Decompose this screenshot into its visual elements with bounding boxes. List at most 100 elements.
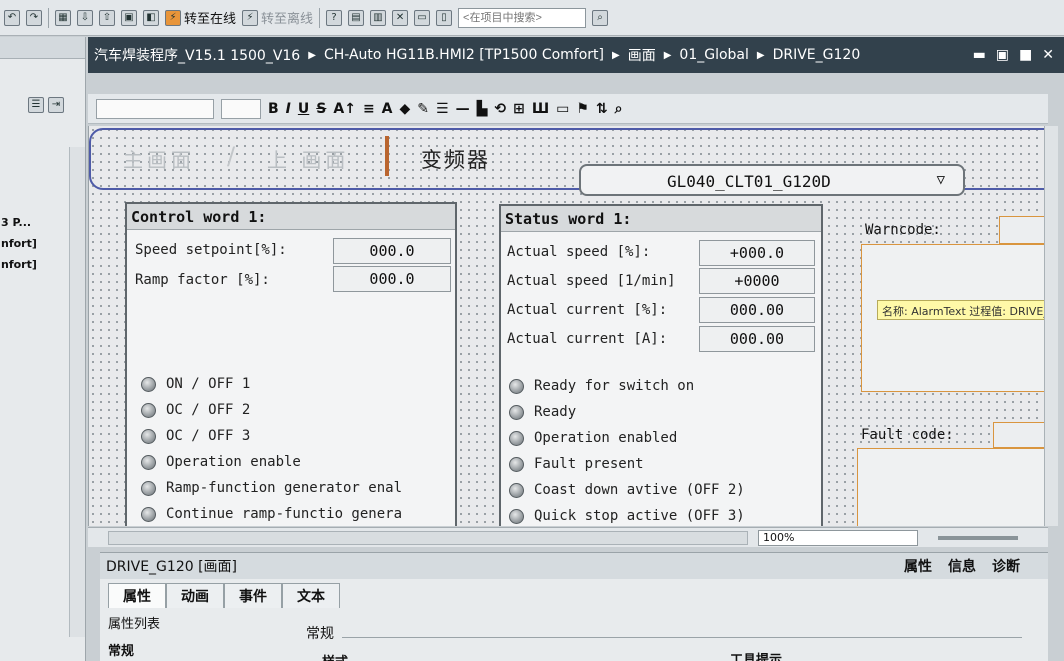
go-online-button[interactable]: ⚡ 转至在线 — [165, 8, 236, 27]
control-bit-label: Ramp-function generator enal — [166, 480, 403, 496]
control-bit[interactable]: OC / OFF 2 — [141, 402, 250, 418]
breadcrumb-project[interactable]: 汽车焊装程序_V15.1 1500_V16 — [94, 45, 300, 65]
drive-select-dropdown[interactable]: GL040_CLT01_G120D ▽ — [579, 164, 965, 196]
compile-icon[interactable]: ▦ — [55, 9, 71, 26]
property-nav: 属性列表 常规 — [108, 613, 160, 659]
actual-speed-rpm-label: Actual speed [1/min] — [507, 273, 676, 289]
led-indicator — [141, 428, 156, 444]
split-vertical-icon[interactable]: ▯ — [436, 9, 453, 26]
toolbar-separator — [319, 7, 321, 28]
fault-alarm-view[interactable] — [857, 448, 1044, 526]
actual-speed-pct-field[interactable]: +000.0 — [699, 240, 815, 266]
font-family-field[interactable] — [96, 98, 214, 119]
same-size-icon[interactable]: ▭ — [556, 101, 569, 117]
warncode-field[interactable] — [999, 216, 1044, 244]
control-bit[interactable]: ON / OFF 1 — [141, 376, 250, 392]
led-indicator — [509, 430, 524, 446]
breadcrumb-screen[interactable]: DRIVE_G120 — [773, 47, 861, 63]
previous-screen-button[interactable]: 上 画面 — [267, 144, 349, 173]
redo-icon[interactable]: ↷ — [26, 9, 42, 26]
control-bit[interactable]: Continue ramp-functio genera — [141, 506, 402, 522]
split-horizontal-icon[interactable]: ▭ — [414, 9, 431, 26]
tab-properties[interactable]: 属性 — [904, 556, 932, 576]
tab-animations[interactable]: 动画 — [166, 583, 224, 608]
breadcrumb-folder[interactable]: 画面 — [628, 45, 656, 65]
font-size-up-icon[interactable]: A↑ — [333, 101, 356, 117]
actual-speed-rpm-field[interactable]: +0000 — [699, 268, 815, 294]
screen-canvas[interactable]: 主画面 / 上 画面 变频器 GL040_CLT01_G120D ▽ Contr… — [88, 126, 1044, 526]
project-search-input[interactable] — [458, 7, 587, 28]
control-bit[interactable]: OC / OFF 3 — [141, 428, 250, 444]
ramp-factor-field[interactable]: 000.0 — [333, 266, 451, 292]
search-icon[interactable]: ⌕ — [592, 9, 609, 26]
tag-icon[interactable]: ⚑ — [576, 101, 589, 117]
compare-icon[interactable]: ▥ — [370, 9, 387, 26]
control-bit[interactable]: Operation enable — [141, 454, 301, 470]
alarm-tooltip: 名称: AlarmText 过程值: DRIVE_H — [877, 300, 1044, 320]
distribute-icon[interactable]: Ш — [532, 101, 549, 117]
fault-code-field[interactable] — [993, 422, 1044, 448]
status-bit: Quick stop active (OFF 3) — [509, 508, 745, 524]
underline-button[interactable]: U — [298, 101, 309, 117]
control-bit[interactable]: Ramp-function generator enal — [141, 480, 402, 496]
rotate-icon[interactable]: ⟲ — [494, 101, 506, 117]
tab-diagnostics[interactable]: 诊断 — [992, 556, 1020, 576]
align-objects-icon[interactable]: ⊞ — [513, 101, 525, 117]
bold-button[interactable]: B — [268, 101, 279, 117]
breadcrumb-device[interactable]: CH-Auto HG11B.HMI2 [TP1500 Comfort] — [324, 47, 604, 63]
close-icon[interactable]: ✕ — [392, 9, 409, 26]
strikethrough-button[interactable]: S — [316, 101, 326, 117]
zoom-slider[interactable] — [938, 535, 1018, 540]
property-general-item[interactable]: 常规 — [108, 640, 160, 659]
canvas-horizontal-scrollbar[interactable] — [108, 530, 748, 545]
simulate-icon[interactable]: ▣ — [121, 9, 137, 26]
sort-icon[interactable]: ⇅ — [596, 101, 608, 117]
tree-item[interactable]: nfort] — [0, 233, 37, 254]
breadcrumb-subfolder[interactable]: 01_Global — [679, 47, 748, 63]
tree-item[interactable]: 3 P... — [0, 212, 37, 233]
project-tree-scrollbar[interactable] — [69, 147, 85, 637]
italic-button[interactable]: I — [286, 101, 291, 117]
undo-icon[interactable]: ↶ — [4, 9, 20, 26]
arrange-icon[interactable]: ▙ — [477, 101, 488, 117]
speed-setpoint-field[interactable]: 000.0 — [333, 238, 451, 264]
close-icon[interactable]: ✕ — [1042, 47, 1054, 63]
upload-icon[interactable]: ⇧ — [99, 9, 115, 26]
go-offline-button[interactable]: ⚡ 转至离线 — [242, 8, 313, 27]
line-width-icon[interactable]: ☰ — [436, 101, 449, 117]
property-list-item[interactable]: 属性列表 — [108, 613, 160, 632]
line-color-icon[interactable]: ✎ — [417, 101, 429, 117]
fill-color-icon[interactable]: ◆ — [400, 101, 411, 117]
status-bit: Fault present — [509, 456, 644, 472]
start-runtime-icon[interactable]: ◧ — [143, 9, 159, 26]
accessible-devices-icon[interactable]: ? — [326, 9, 343, 26]
project-tree-tools: ☰ ⇥ — [28, 97, 64, 113]
list-view-icon[interactable]: ☰ — [28, 97, 44, 113]
tab-info[interactable]: 信息 — [948, 556, 976, 576]
font-color-icon[interactable]: A — [382, 101, 393, 117]
tab-texts[interactable]: 文本 — [282, 583, 340, 608]
actual-current-a-field[interactable]: 000.00 — [699, 326, 815, 352]
canvas-vertical-scrollbar[interactable] — [1044, 126, 1058, 526]
main-toolbar: ↶ ↷ ▦ ⇩ ⇧ ▣ ◧ ⚡ 转至在线 ⚡ 转至离线 ? ▤ ▥ ✕ ▭ ▯ … — [0, 0, 1064, 36]
ramp-factor-label: Ramp factor [%]: — [135, 272, 270, 288]
control-bit-label: ON / OFF 1 — [166, 376, 251, 392]
float-icon[interactable]: ▣ — [996, 47, 1009, 63]
zoom-select-icon[interactable]: ⌕ — [615, 101, 623, 117]
export-icon[interactable]: ⇥ — [48, 97, 64, 113]
align-icon[interactable]: ≡ — [363, 101, 375, 117]
project-tree-header — [0, 37, 85, 59]
actual-current-pct-field[interactable]: 000.00 — [699, 297, 815, 323]
cross-reference-icon[interactable]: ▤ — [348, 9, 365, 26]
main-screen-button[interactable]: 主画面 — [123, 144, 195, 173]
maximize-icon[interactable]: ■ — [1019, 47, 1032, 63]
download-icon[interactable]: ⇩ — [77, 9, 93, 26]
minimize-icon[interactable]: ▬ — [973, 47, 986, 63]
led-indicator — [141, 506, 156, 522]
zoom-dropdown[interactable]: 100% — [758, 529, 918, 546]
font-size-field[interactable] — [221, 98, 261, 119]
tab-events[interactable]: 事件 — [224, 583, 282, 608]
tree-item[interactable]: nfort] — [0, 254, 37, 275]
line-style-icon[interactable]: — — [456, 101, 470, 117]
tab-attributes[interactable]: 属性 — [108, 583, 166, 608]
